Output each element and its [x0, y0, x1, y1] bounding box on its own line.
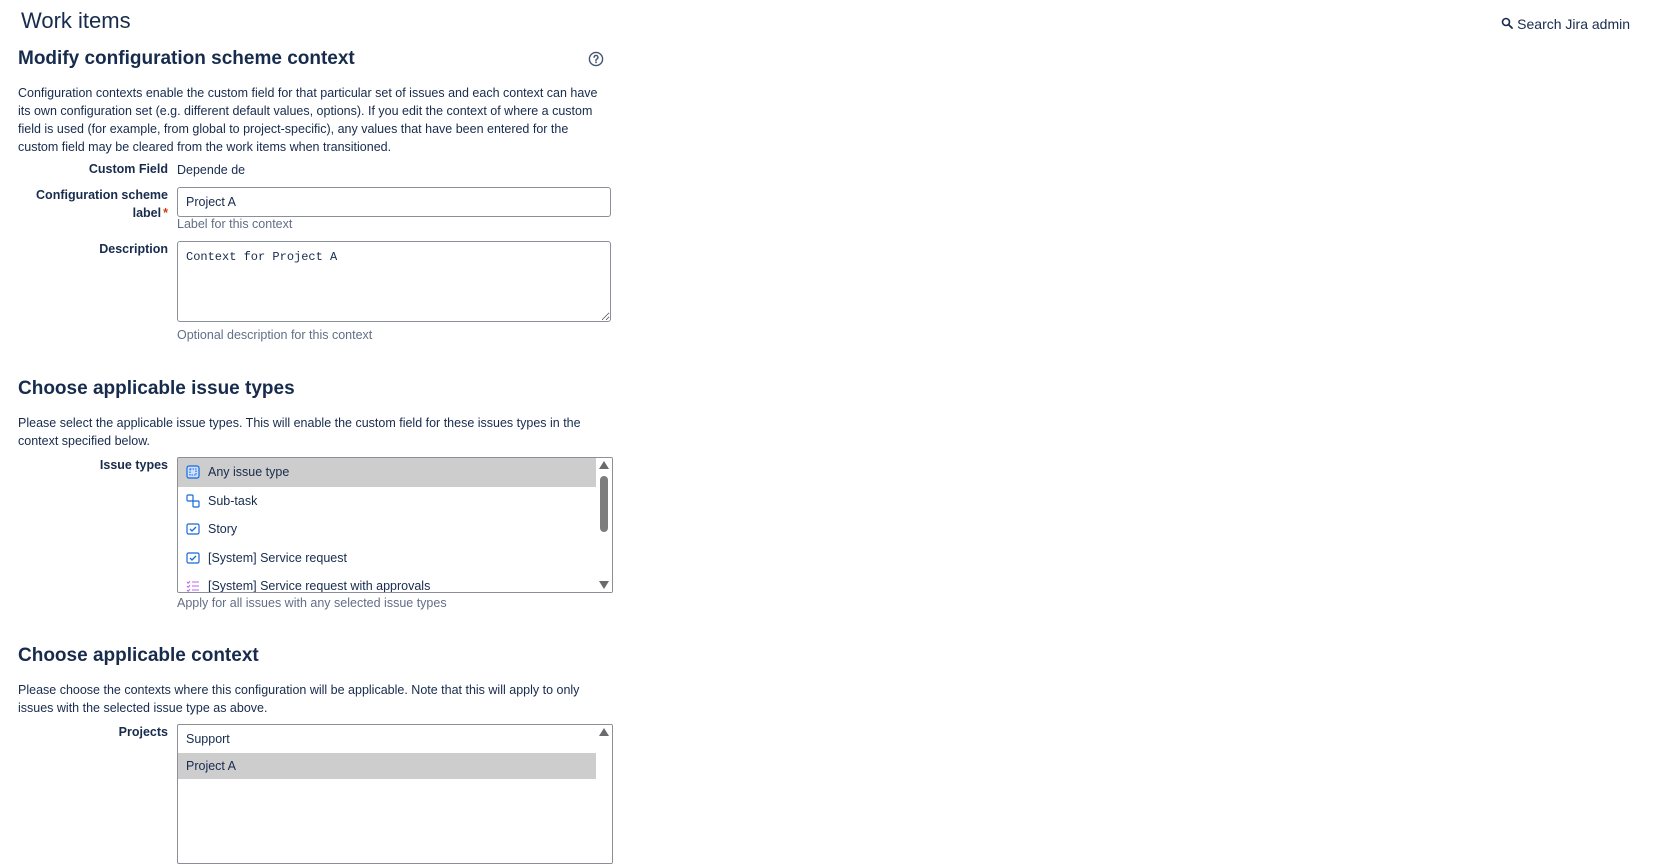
issue-type-label: Any issue type	[208, 465, 290, 480]
applicable-context-heading: Choose applicable context	[18, 645, 259, 666]
issue-types-help: Apply for all issues with any selected i…	[177, 596, 447, 610]
project-option[interactable]: Support	[178, 725, 598, 753]
subtask-icon	[186, 494, 200, 508]
issue-types-scrollbar[interactable]	[596, 458, 612, 592]
help-icon[interactable]	[588, 51, 604, 67]
scroll-thumb[interactable]	[600, 476, 608, 532]
issue-type-option[interactable]: Story	[178, 515, 598, 544]
issue-type-option[interactable]: [System] Service request	[178, 544, 598, 573]
page-title: Work items	[21, 8, 131, 33]
search-icon	[1501, 16, 1514, 32]
service-request-icon	[186, 551, 200, 565]
project-label: Project A	[186, 759, 237, 773]
description-help: Optional description for this context	[177, 328, 373, 342]
any-issue-type-icon	[186, 465, 200, 479]
issue-type-option[interactable]: [System] Service request with approvals	[178, 572, 598, 593]
issue-type-option[interactable]: Any issue type	[178, 458, 598, 487]
projects-scrollbar[interactable]	[596, 725, 612, 863]
scheme-label-help: Label for this context	[177, 217, 293, 231]
scroll-up-arrow-icon[interactable]	[599, 728, 609, 736]
issue-types-heading: Choose applicable issue types	[18, 378, 295, 399]
project-option[interactable]: Project A	[178, 753, 598, 779]
projects-label: Projects	[118, 725, 168, 739]
scheme-label-input[interactable]	[177, 187, 611, 217]
issue-type-option[interactable]: Sub-task	[178, 487, 598, 516]
modify-context-heading: Modify configuration scheme context	[18, 48, 355, 69]
custom-field-value: Depende de	[177, 163, 246, 177]
story-icon	[186, 522, 200, 536]
applicable-context-description-text: Please choose the contexts where this co…	[18, 683, 580, 715]
scroll-up-arrow-icon[interactable]	[599, 461, 609, 469]
project-label: Support	[186, 732, 230, 746]
issue-type-label: Story	[208, 522, 238, 537]
projects-listbox[interactable]: Support Project A	[177, 724, 613, 864]
required-asterisk: *	[163, 206, 168, 220]
issue-type-label: Sub-task	[208, 493, 258, 508]
description-label: Description	[99, 242, 168, 256]
context-description-text: Configuration contexts enable the custom…	[18, 86, 598, 154]
issue-types-description-text: Please select the applicable issue types…	[18, 416, 581, 448]
service-request-approvals-icon	[186, 579, 200, 592]
description-textarea[interactable]: Context for Project A	[177, 241, 611, 322]
scroll-down-arrow-icon[interactable]	[599, 581, 609, 589]
issue-type-label: [System] Service request	[208, 550, 347, 565]
issue-type-label: [System] Service request with approvals	[208, 579, 431, 593]
issue-types-label: Issue types	[99, 458, 168, 472]
scheme-label-label-text: Configuration scheme label	[36, 188, 168, 220]
custom-field-label: Custom Field	[88, 162, 168, 176]
issue-types-listbox[interactable]: Any issue type Sub-task Story [System] S…	[177, 457, 613, 593]
scheme-label-label: Configuration scheme label *	[18, 186, 168, 222]
search-jira-admin-label: Search Jira admin	[1517, 16, 1630, 32]
search-jira-admin-link[interactable]: Search Jira admin	[1501, 16, 1630, 32]
